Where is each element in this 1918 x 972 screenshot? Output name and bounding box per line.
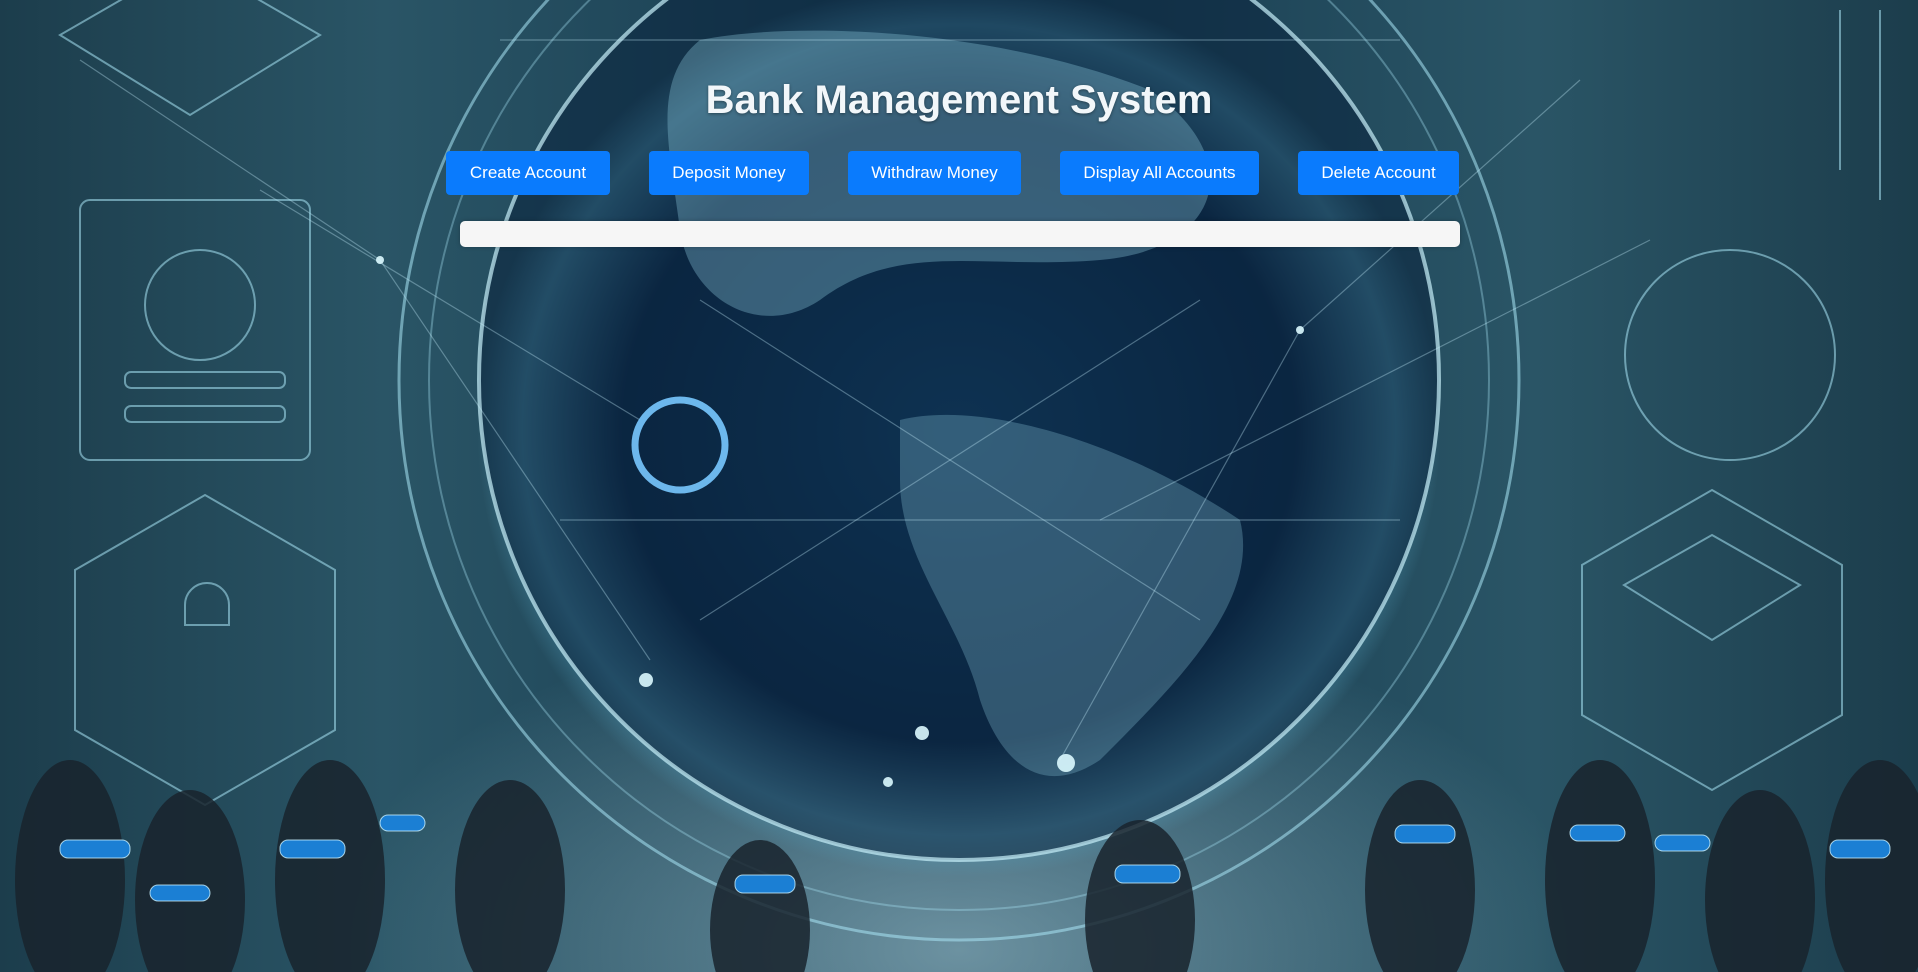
action-toolbar: Create Account Deposit Money Withdraw Mo… xyxy=(0,151,1918,195)
page-title: Bank Management System xyxy=(705,78,1213,122)
display-all-accounts-button[interactable]: Display All Accounts xyxy=(1060,151,1259,195)
withdraw-money-button[interactable]: Withdraw Money xyxy=(848,151,1021,195)
create-account-button[interactable]: Create Account xyxy=(446,151,610,195)
output-panel xyxy=(460,221,1460,247)
bank-app: Bank Management System Create Account De… xyxy=(0,0,1918,972)
delete-account-button[interactable]: Delete Account xyxy=(1298,151,1459,195)
deposit-money-button[interactable]: Deposit Money xyxy=(649,151,809,195)
